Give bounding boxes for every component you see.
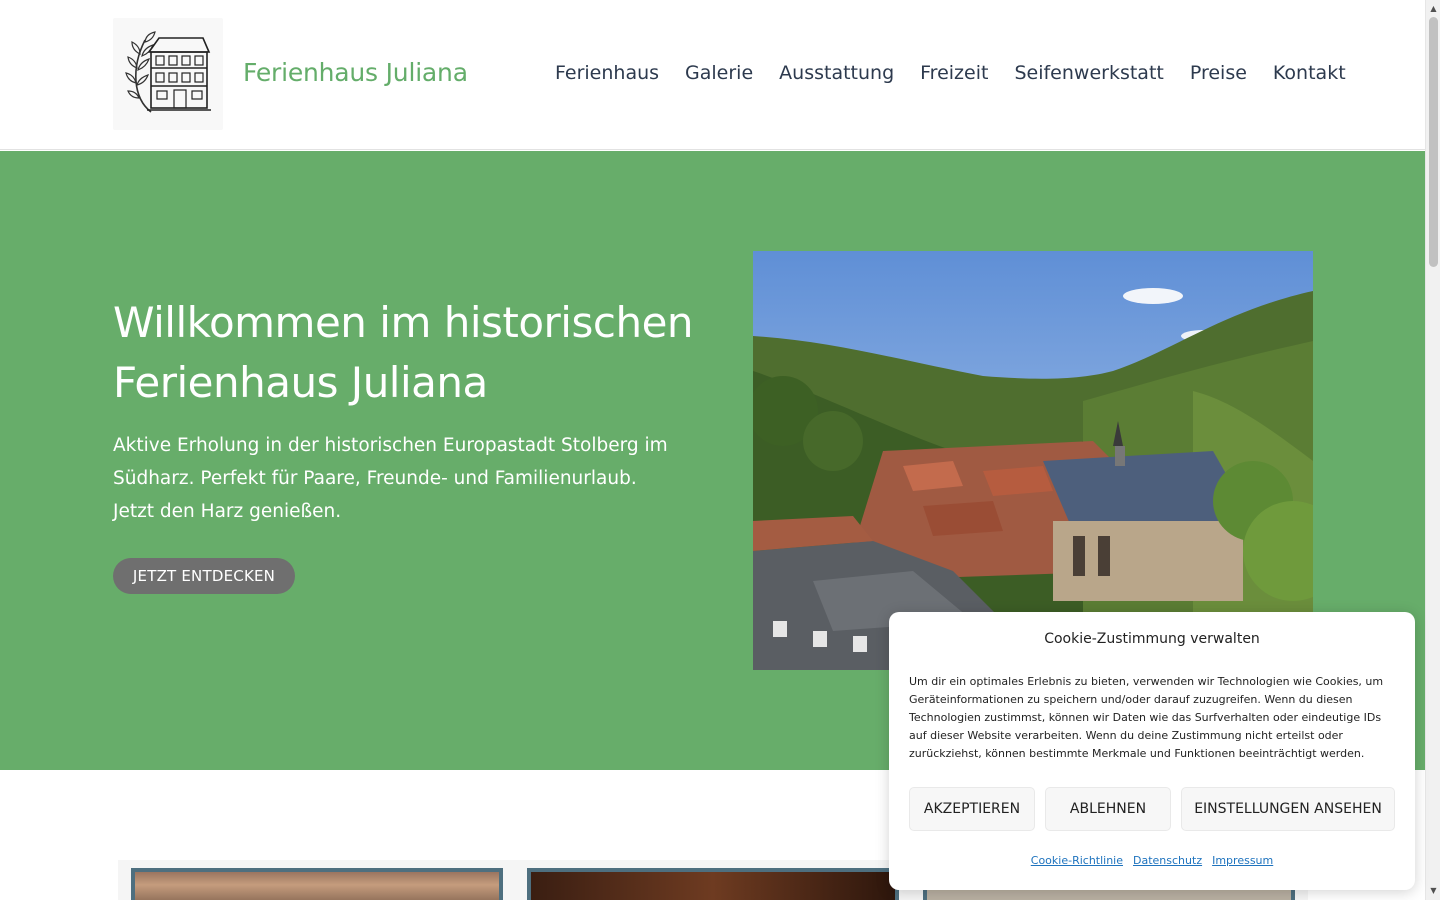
nav-item-galerie[interactable]: Galerie xyxy=(685,62,753,84)
cookie-dialog-text: Um dir ein optimales Erlebnis zu bieten,… xyxy=(909,675,1384,760)
site-logo[interactable] xyxy=(113,18,223,130)
hero-title: Willkommen im historischen Ferienhaus Ju… xyxy=(113,298,694,407)
page-scrollbar[interactable]: ▲ ▼ xyxy=(1425,0,1440,900)
privacy-link[interactable]: Datenschutz xyxy=(1133,854,1202,867)
deny-cookies-button[interactable]: ABLEHNEN xyxy=(1045,787,1171,831)
town-landscape-image xyxy=(753,251,1313,670)
cookie-consent-dialog: Cookie-Zustimmung verwalten Um dir ein o… xyxy=(889,612,1415,890)
house-logo-icon xyxy=(125,31,211,113)
discover-button[interactable]: JETZT ENTDECKEN xyxy=(113,558,295,594)
hero-description: Aktive Erholung in der historischen Euro… xyxy=(113,435,668,522)
gallery-card[interactable] xyxy=(131,868,503,900)
cookie-dialog-title: Cookie-Zustimmung verwalten xyxy=(1044,631,1260,647)
scrollbar-thumb[interactable] xyxy=(1429,17,1438,267)
cookie-settings-button[interactable]: EINSTELLUNGEN ANSEHEN xyxy=(1181,787,1395,831)
cookie-policy-link[interactable]: Cookie-Richtlinie xyxy=(1031,854,1123,867)
site-header: Ferienhaus Juliana Ferienhaus Galerie Au… xyxy=(0,0,1425,150)
nav-item-kontakt[interactable]: Kontakt xyxy=(1273,62,1346,84)
imprint-link[interactable]: Impressum xyxy=(1212,854,1273,867)
nav-item-ferienhaus[interactable]: Ferienhaus xyxy=(555,62,659,84)
nav-item-preise[interactable]: Preise xyxy=(1190,62,1247,84)
scroll-down-arrow-icon[interactable]: ▼ xyxy=(1426,884,1440,898)
nav-item-freizeit[interactable]: Freizeit xyxy=(920,62,988,84)
cookie-links: Cookie-Richtlinie Datenschutz Impressum xyxy=(889,854,1415,867)
accept-cookies-button[interactable]: AKZEPTIEREN xyxy=(909,787,1035,831)
gallery-card[interactable] xyxy=(527,868,899,900)
scroll-up-arrow-icon[interactable]: ▲ xyxy=(1426,2,1440,16)
nav-item-ausstattung[interactable]: Ausstattung xyxy=(779,62,894,84)
hero-image xyxy=(753,251,1313,670)
nav-item-seifenwerkstatt[interactable]: Seifenwerkstatt xyxy=(1014,62,1163,84)
main-nav: Ferienhaus Galerie Ausstattung Freizeit … xyxy=(555,62,1346,84)
cookie-buttons: AKZEPTIEREN ABLEHNEN EINSTELLUNGEN ANSEH… xyxy=(909,787,1395,831)
site-title[interactable]: Ferienhaus Juliana xyxy=(243,58,468,87)
